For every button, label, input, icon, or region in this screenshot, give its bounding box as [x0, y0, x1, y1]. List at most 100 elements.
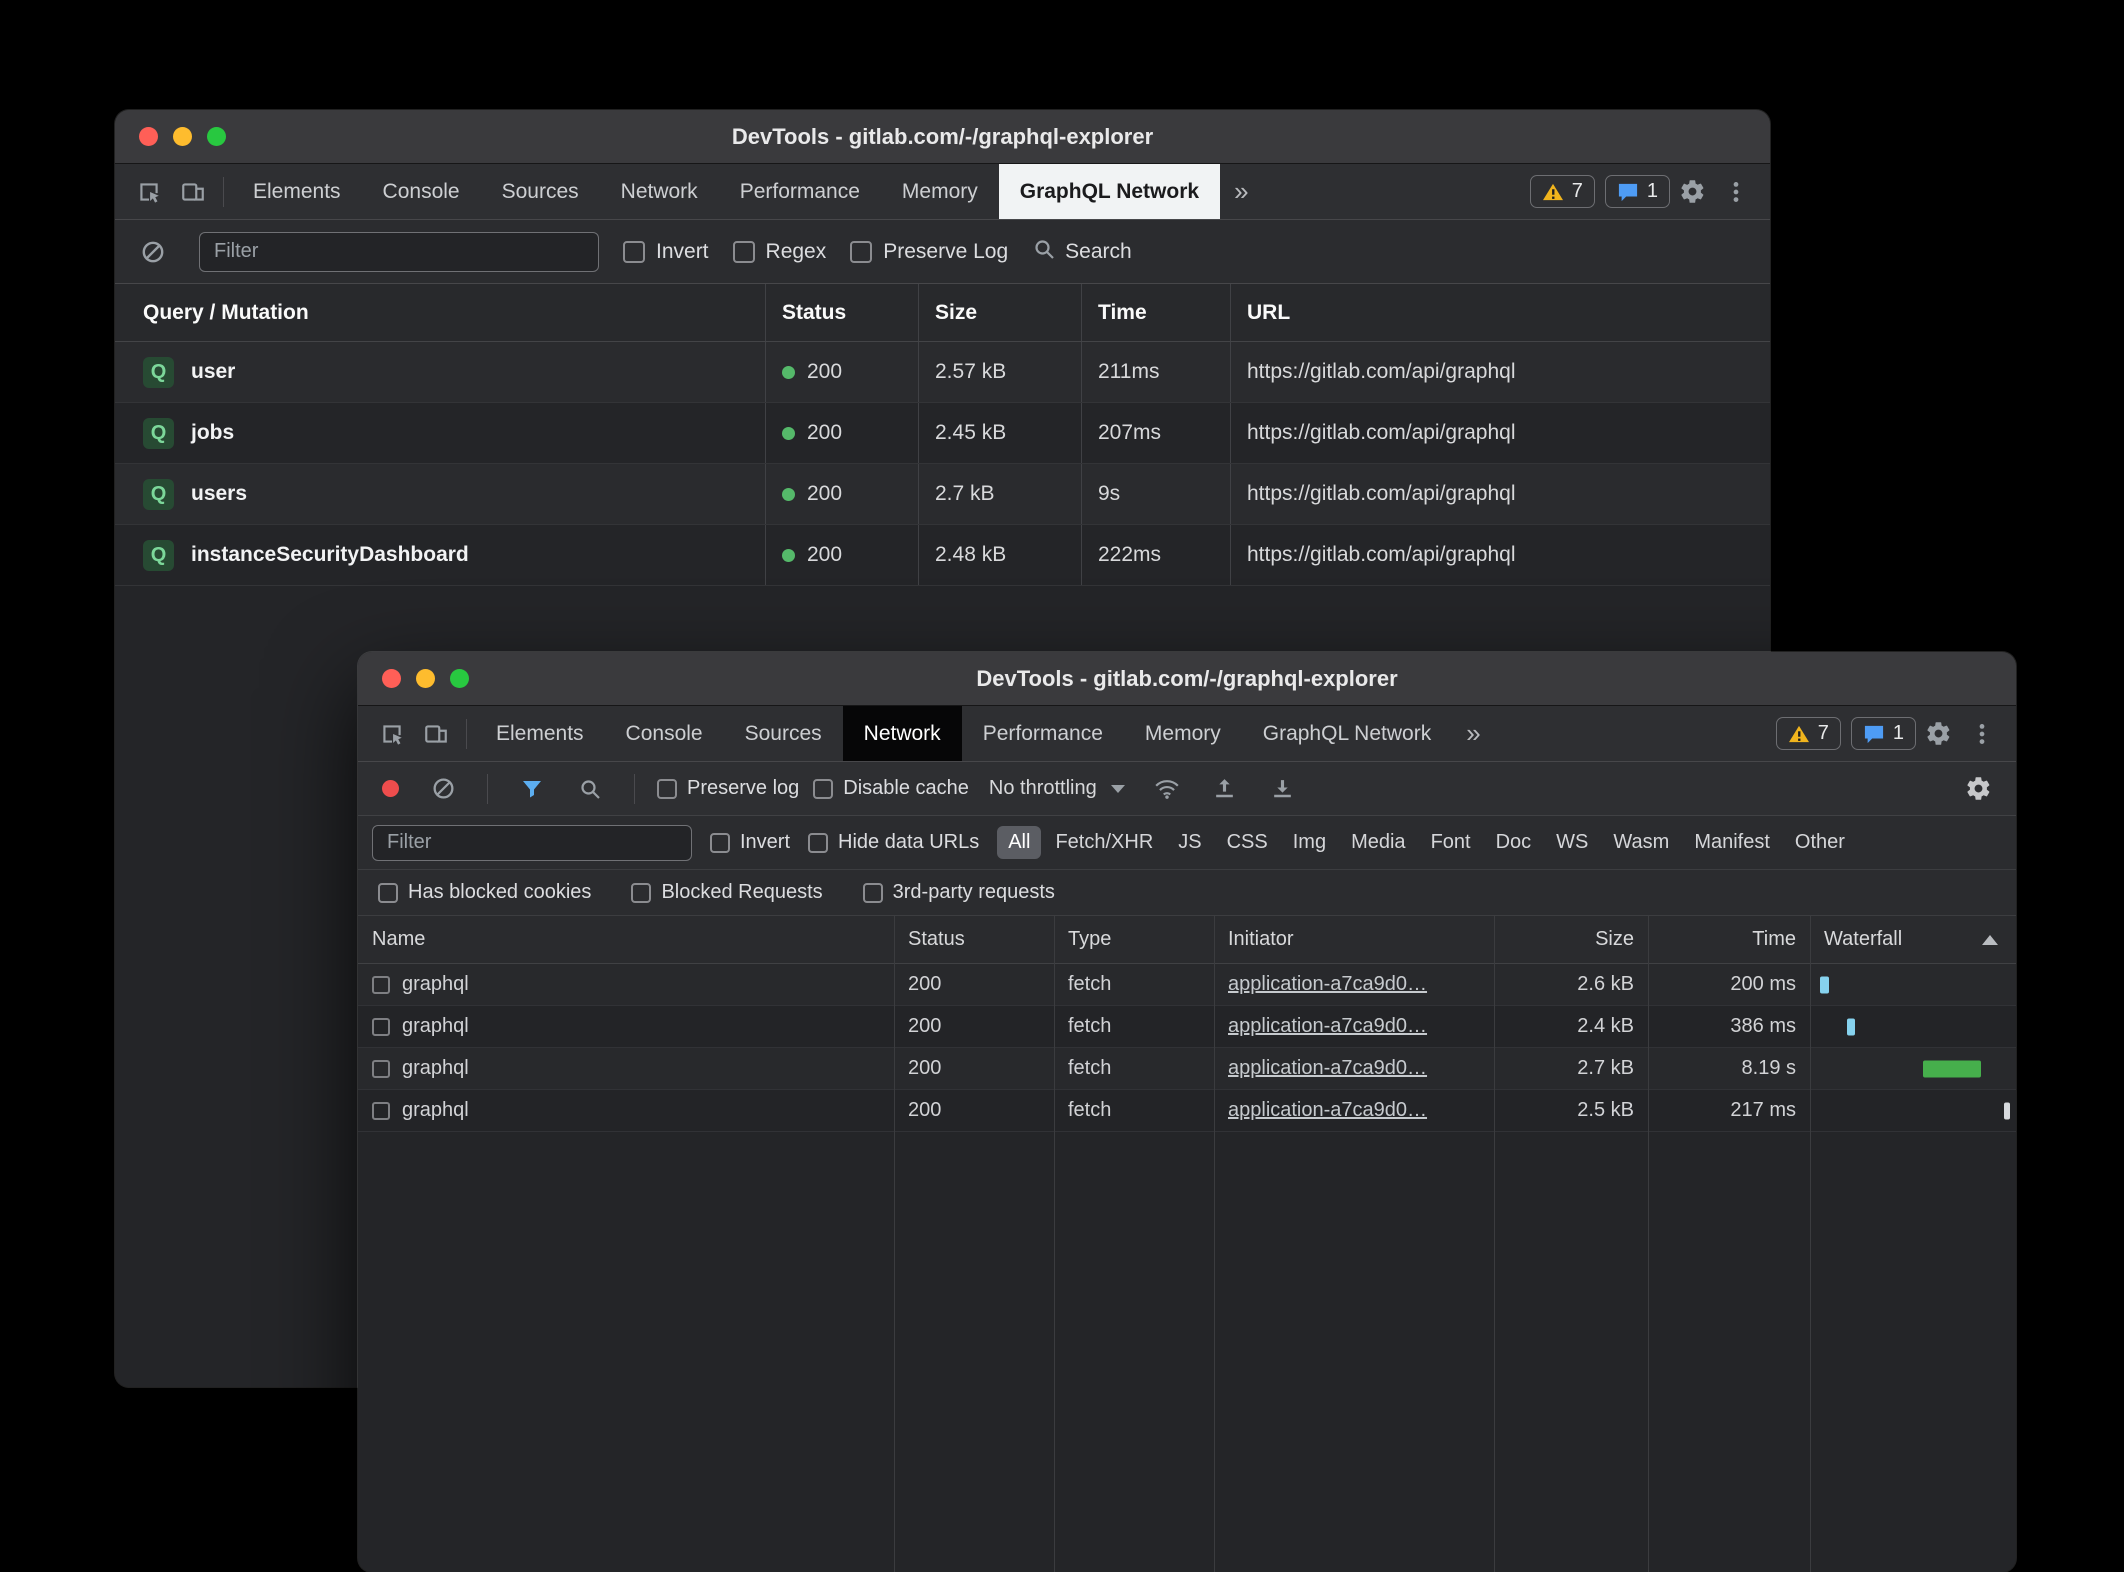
filter-type-ws[interactable]: WS [1545, 826, 1599, 859]
tab-memory[interactable]: Memory [1124, 706, 1242, 761]
header-url[interactable]: URL [1230, 284, 1770, 341]
tab-console[interactable]: Console [362, 164, 481, 219]
network-conditions-icon[interactable] [1145, 769, 1189, 809]
more-tabs-button[interactable]: » [1452, 706, 1494, 761]
blocked-requests-checkbox[interactable]: Blocked Requests [631, 881, 822, 904]
throttling-select[interactable]: No throttling [983, 777, 1131, 800]
header-waterfall[interactable]: Waterfall [1810, 916, 2016, 963]
device-toolbar-icon[interactable] [414, 714, 458, 754]
tab-performance[interactable]: Performance [962, 706, 1124, 761]
initiator-link[interactable]: application-a7ca9d0… [1228, 973, 1427, 996]
waterfall-bar[interactable] [1847, 1018, 1855, 1035]
waterfall-bar[interactable] [1923, 1060, 1981, 1077]
filter-input[interactable] [199, 232, 599, 272]
has-blocked-cookies-checkbox[interactable]: Has blocked cookies [378, 881, 591, 904]
filter-type-wasm[interactable]: Wasm [1602, 826, 1680, 859]
waterfall-bar[interactable] [1820, 976, 1828, 993]
filter-type-fetch-xhr[interactable]: Fetch/XHR [1044, 826, 1164, 859]
request-row[interactable]: graphql 200 fetch application-a7ca9d0… 2… [358, 1048, 2016, 1090]
zoom-button[interactable] [207, 127, 226, 146]
waterfall-bar[interactable] [2004, 1102, 2010, 1119]
row-checkbox[interactable] [372, 1102, 390, 1120]
row-checkbox[interactable] [372, 1018, 390, 1036]
export-har-icon[interactable] [1261, 769, 1305, 809]
network-settings-gear-icon[interactable] [1956, 769, 2000, 809]
filter-input[interactable] [372, 825, 692, 861]
warnings-badge[interactable]: 7 [1530, 175, 1595, 208]
settings-gear-icon[interactable] [1670, 172, 1714, 212]
header-status[interactable]: Status [894, 916, 1054, 963]
titlebar[interactable]: DevTools - gitlab.com/-/graphql-explorer [115, 110, 1770, 164]
tab-graphql-network[interactable]: GraphQL Network [1242, 706, 1452, 761]
query-row[interactable]: Qjobs 200 2.45 kB 207ms https://gitlab.c… [115, 403, 1770, 464]
titlebar[interactable]: DevTools - gitlab.com/-/graphql-explorer [358, 652, 2016, 706]
kebab-menu-icon[interactable] [1960, 714, 2004, 754]
tab-elements[interactable]: Elements [475, 706, 605, 761]
header-size[interactable]: Size [918, 284, 1081, 341]
clear-icon[interactable] [131, 232, 175, 272]
tab-console[interactable]: Console [605, 706, 724, 761]
invert-checkbox[interactable]: Invert [623, 240, 709, 264]
preserve-log-checkbox[interactable]: Preserve Log [850, 240, 1008, 264]
filter-type-js[interactable]: JS [1167, 826, 1212, 859]
filter-type-img[interactable]: Img [1282, 826, 1337, 859]
tab-sources[interactable]: Sources [724, 706, 843, 761]
issues-badge[interactable]: 1 [1851, 717, 1916, 750]
clear-network-log-button[interactable] [421, 769, 465, 809]
settings-gear-icon[interactable] [1916, 714, 1960, 754]
initiator-link[interactable]: application-a7ca9d0… [1228, 1099, 1427, 1122]
hide-data-urls-checkbox[interactable]: Hide data URLs [808, 831, 979, 854]
close-button[interactable] [382, 669, 401, 688]
filter-type-media[interactable]: Media [1340, 826, 1416, 859]
filter-type-font[interactable]: Font [1420, 826, 1482, 859]
row-checkbox[interactable] [372, 1060, 390, 1078]
request-row[interactable]: graphql 200 fetch application-a7ca9d0… 2… [358, 1006, 2016, 1048]
tab-performance[interactable]: Performance [719, 164, 881, 219]
inspect-icon[interactable] [127, 172, 171, 212]
tab-elements[interactable]: Elements [232, 164, 362, 219]
zoom-button[interactable] [450, 669, 469, 688]
header-size[interactable]: Size [1494, 916, 1648, 963]
tab-network[interactable]: Network [843, 706, 962, 761]
issues-badge[interactable]: 1 [1605, 175, 1670, 208]
filter-type-manifest[interactable]: Manifest [1683, 826, 1781, 859]
header-type[interactable]: Type [1054, 916, 1214, 963]
header-time[interactable]: Time [1648, 916, 1810, 963]
header-initiator[interactable]: Initiator [1214, 916, 1494, 963]
device-toolbar-icon[interactable] [171, 172, 215, 212]
kebab-menu-icon[interactable] [1714, 172, 1758, 212]
third-party-requests-checkbox[interactable]: 3rd-party requests [863, 881, 1055, 904]
search-button[interactable]: Search [1032, 237, 1132, 267]
filter-type-all[interactable]: All [997, 826, 1041, 859]
header-time[interactable]: Time [1081, 284, 1230, 341]
invert-checkbox[interactable]: Invert [710, 831, 790, 854]
minimize-button[interactable] [416, 669, 435, 688]
tab-memory[interactable]: Memory [881, 164, 999, 219]
header-status[interactable]: Status [765, 284, 918, 341]
filter-type-css[interactable]: CSS [1216, 826, 1279, 859]
filter-funnel-icon[interactable] [510, 769, 554, 809]
minimize-button[interactable] [173, 127, 192, 146]
disable-cache-checkbox[interactable]: Disable cache [813, 777, 969, 800]
initiator-link[interactable]: application-a7ca9d0… [1228, 1057, 1427, 1080]
close-button[interactable] [139, 127, 158, 146]
request-row[interactable]: graphql 200 fetch application-a7ca9d0… 2… [358, 964, 2016, 1006]
row-checkbox[interactable] [372, 976, 390, 994]
warnings-badge[interactable]: 7 [1776, 717, 1841, 750]
query-row[interactable]: Qusers 200 2.7 kB 9s https://gitlab.com/… [115, 464, 1770, 525]
regex-checkbox[interactable]: Regex [733, 240, 827, 264]
more-tabs-button[interactable]: » [1220, 164, 1262, 219]
import-har-icon[interactable] [1203, 769, 1247, 809]
tab-sources[interactable]: Sources [481, 164, 600, 219]
filter-type-doc[interactable]: Doc [1485, 826, 1543, 859]
search-icon[interactable] [568, 769, 612, 809]
filter-type-other[interactable]: Other [1784, 826, 1856, 859]
header-query-mutation[interactable]: Query / Mutation [115, 284, 765, 341]
inspect-icon[interactable] [370, 714, 414, 754]
record-button[interactable] [382, 780, 399, 797]
tab-network[interactable]: Network [600, 164, 719, 219]
query-row[interactable]: QinstanceSecurityDashboard 200 2.48 kB 2… [115, 525, 1770, 586]
tab-graphql-network[interactable]: GraphQL Network [999, 164, 1220, 219]
header-name[interactable]: Name [358, 916, 894, 963]
query-row[interactable]: Quser 200 2.57 kB 211ms https://gitlab.c… [115, 342, 1770, 403]
